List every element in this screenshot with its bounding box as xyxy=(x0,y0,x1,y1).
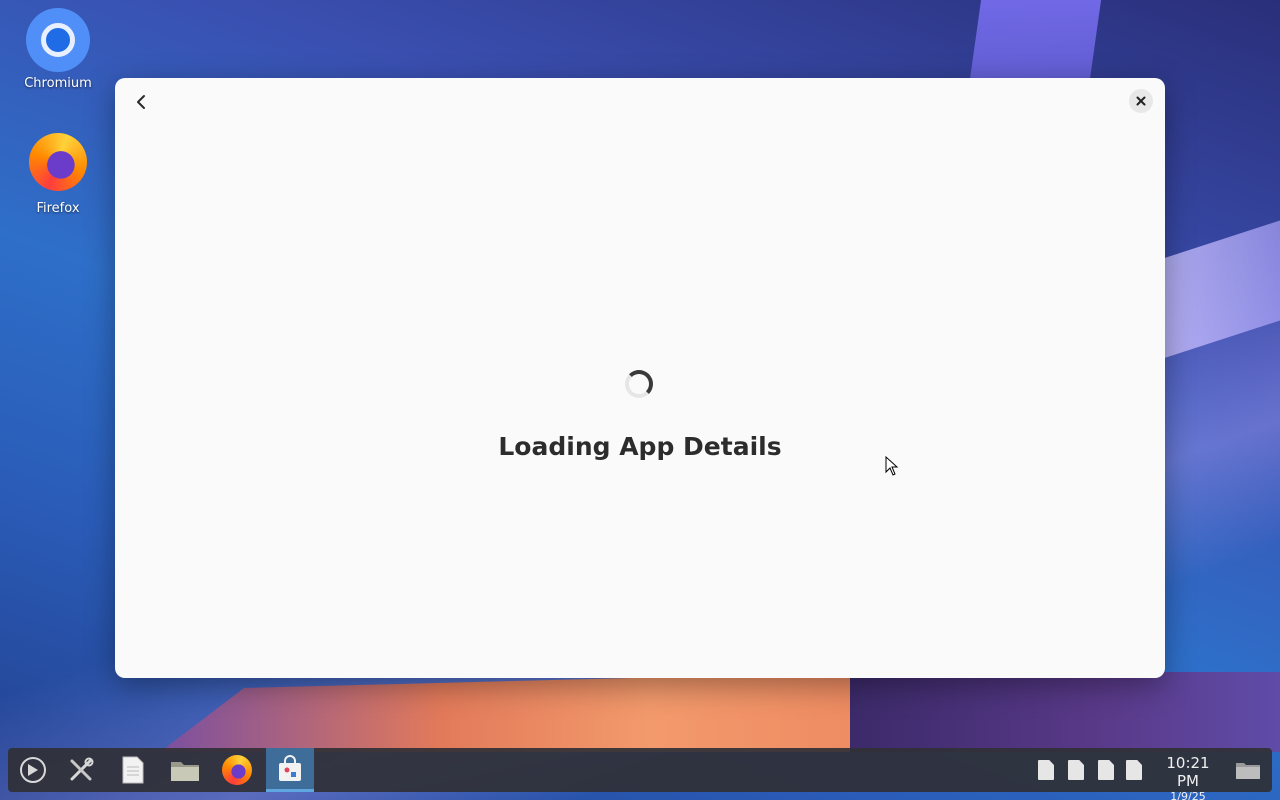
chromium-icon xyxy=(26,8,90,72)
chevron-left-icon xyxy=(137,95,145,109)
power-menu-icon xyxy=(20,757,46,783)
folder-icon xyxy=(1236,763,1260,779)
tray-document-icon[interactable] xyxy=(1038,760,1054,780)
mouse-cursor-icon xyxy=(885,456,899,476)
document-icon xyxy=(122,756,144,784)
taskbar-settings[interactable] xyxy=(58,748,104,792)
taskbar-software-center[interactable] xyxy=(266,748,314,792)
clock-date: 1/9/25 xyxy=(1170,790,1206,800)
tools-icon xyxy=(70,757,94,781)
wallpaper-dark-shape xyxy=(850,672,1280,752)
taskbar-system-menu[interactable] xyxy=(10,748,56,792)
tray-document-icon[interactable] xyxy=(1068,760,1084,780)
firefox-icon xyxy=(26,133,90,197)
desktop-icon-label: Firefox xyxy=(36,201,80,216)
app-details-dialog: Loading App Details xyxy=(115,78,1165,678)
desktop-icon-firefox[interactable]: Firefox xyxy=(13,130,103,216)
taskbar-firefox[interactable] xyxy=(214,748,260,792)
desktop-icon-chromium[interactable]: Chromium xyxy=(13,8,103,91)
wallpaper-orange-shape xyxy=(160,672,860,752)
taskbar-file-manager[interactable] xyxy=(162,748,208,792)
clock-time: 10:21 PM xyxy=(1166,754,1210,790)
show-desktop-button[interactable] xyxy=(1228,748,1268,792)
taskbar-clock[interactable]: 10:21 PM 1/9/25 xyxy=(1154,754,1222,800)
close-button[interactable] xyxy=(1129,89,1153,113)
tray-document-icon[interactable] xyxy=(1126,760,1142,780)
folder-icon xyxy=(171,762,199,781)
tray-document-icon[interactable] xyxy=(1098,760,1114,780)
firefox-icon xyxy=(222,755,252,785)
back-button[interactable] xyxy=(127,88,155,116)
loading-title: Loading App Details xyxy=(498,432,782,461)
close-icon xyxy=(1136,96,1146,106)
spinner-icon xyxy=(625,370,653,398)
desktop-icon-label: Chromium xyxy=(24,76,92,91)
taskbar: 10:21 PM 1/9/25 xyxy=(8,748,1272,800)
taskbar-text-editor[interactable] xyxy=(110,748,156,792)
store-bag-icon xyxy=(279,754,301,781)
